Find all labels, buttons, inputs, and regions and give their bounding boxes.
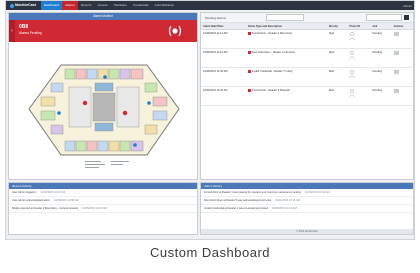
log-time: 10/26/2015 10:31 AM xyxy=(275,199,300,202)
list-item: User Admin logged in 10/26/2015 11:02 AM xyxy=(9,189,197,197)
list-item: Invalid Credential at Reader 1 was revie… xyxy=(201,205,413,213)
nav-tab-alarms[interactable]: Alarms xyxy=(62,1,78,10)
search-input[interactable] xyxy=(366,14,402,21)
nav-tab-administration[interactable]: Administration xyxy=(152,1,178,10)
log-text: Door Held Open at Reader 5 was acknowled… xyxy=(204,199,272,202)
log-text: User Admin logged in xyxy=(12,191,37,194)
cell-ack: Pending xyxy=(370,86,392,106)
log-time: 10/26/2015 11:02 AM xyxy=(40,191,66,194)
brand-name: MonitorCast xyxy=(15,3,36,8)
nav-tab-reports[interactable]: Reports xyxy=(78,1,95,10)
cell-photo xyxy=(347,29,371,49)
log-time: 10/26/2015 10:12 AM xyxy=(272,207,297,210)
alarm-description: Reader 2 Main Entry xyxy=(268,32,293,36)
nav-tab-dashboard[interactable]: Dashboard xyxy=(40,1,63,10)
table-row[interactable]: 10/26/2015 11:05 AM Forced Door - Reader… xyxy=(201,86,413,106)
alarm-flag-icon xyxy=(247,32,251,35)
search-icon[interactable] xyxy=(404,15,409,20)
list-item: Forced Door at Reader 3 was cleared by o… xyxy=(201,189,413,197)
alarm-monitor-panel: Alarm Monitor ‹ 0B8 Alarms Pending xyxy=(8,12,198,180)
log-text: Forced Door at Reader 3 was cleared by o… xyxy=(204,191,302,194)
person-icon xyxy=(349,51,356,59)
pending-alarms-panel: Pending Alarms Alarm Date/Time Alarm Typ… xyxy=(200,12,414,180)
nav-tab-access[interactable]: Access xyxy=(95,1,111,10)
log-text: Invalid Credential at Reader 1 was revie… xyxy=(204,207,269,210)
table-row[interactable]: 10/26/2015 11:14 AM Forced Door - Reader… xyxy=(201,29,413,49)
nav-tab-credentials[interactable]: Credentials xyxy=(130,1,152,10)
alarm-history-panel: Alarm History Forced Door at Reader 3 wa… xyxy=(200,182,414,235)
cell-datetime: 10/26/2015 11:12 AM xyxy=(201,48,246,68)
cell-type: Forced Door - Reader 9 Stairwell xyxy=(245,86,327,106)
alarm-flag-icon xyxy=(247,89,251,92)
list-item: Badge scanned at Reader 2 Main Entry - A… xyxy=(9,205,197,213)
floor-plan-map[interactable] xyxy=(15,47,191,175)
ack-button[interactable] xyxy=(393,51,399,55)
alarm-type: Door Held Open xyxy=(251,51,271,55)
cell-type: Forced Door - Reader 2 Main Entry xyxy=(245,29,327,49)
log-time: 10/26/2015 10:58 AM xyxy=(53,199,79,202)
brand-icon xyxy=(10,3,14,8)
alarm-type: Forced Door xyxy=(251,89,267,93)
table-row[interactable]: 10/26/2015 11:12 AM Door Held Open - Rea… xyxy=(201,48,413,68)
ack-button[interactable] xyxy=(393,32,399,36)
ack-button[interactable] xyxy=(393,70,399,74)
alarm-type: Forced Door xyxy=(251,32,267,36)
alarms-table: Alarm Date/Time Alarm Type and Descripti… xyxy=(201,23,413,106)
recent-activity-panel: Recent Activity User Admin logged in 10/2… xyxy=(8,182,198,235)
top-navigation: MonitorCast Dashboard Alarms Reports Acc… xyxy=(6,1,414,10)
alarm-description: Reader 9 Stairwell xyxy=(268,89,290,93)
alarm-code: 0B8 xyxy=(19,24,29,30)
person-icon xyxy=(349,89,356,97)
list-item: Door Held Open at Reader 5 was acknowled… xyxy=(201,197,413,205)
cell-priority: High xyxy=(326,29,348,49)
nav-tab-hardware[interactable]: Hardware xyxy=(111,1,130,10)
alarm-flag-icon xyxy=(247,70,251,73)
log-time: 10/26/2015 10:44 AM xyxy=(305,191,330,194)
cell-actions xyxy=(391,67,413,87)
cell-type: Invalid Credential - Reader 7 Lobby xyxy=(245,67,327,87)
cell-ack: Pending xyxy=(370,48,392,68)
alarm-type: Invalid Credential xyxy=(251,70,272,74)
cell-ack: Pending xyxy=(370,67,392,87)
cell-actions xyxy=(391,86,413,106)
alarm-banner[interactable]: ‹ 0B8 Alarms Pending xyxy=(9,20,197,42)
alarm-flag-icon xyxy=(247,51,251,54)
cell-priority: Med xyxy=(326,86,348,106)
cell-ack: Pending xyxy=(370,29,392,49)
log-time: 10/26/2015 10:51 AM xyxy=(82,207,107,210)
app-screenshot: MonitorCast Dashboard Alarms Reports Acc… xyxy=(5,0,415,240)
cell-datetime: 10/26/2015 11:05 AM xyxy=(201,86,246,106)
prev-arrow-icon[interactable]: ‹ xyxy=(9,20,15,42)
filter-select[interactable] xyxy=(266,14,305,21)
cell-datetime: 10/26/2015 11:09 AM xyxy=(201,67,246,87)
table-row[interactable]: 10/26/2015 11:09 AM Invalid Credential -… xyxy=(201,67,413,87)
log-text: User Admin acknowledged alarm xyxy=(12,199,50,202)
log-text: Badge scanned at Reader 2 Main Entry - A… xyxy=(12,207,79,210)
user-menu[interactable]: Admin xyxy=(403,4,412,8)
page-caption: Custom Dashboard xyxy=(150,245,270,260)
status-bar: © 2015 MonitorCast xyxy=(201,229,413,234)
ack-button[interactable] xyxy=(393,89,399,93)
alarm-siren-icon xyxy=(168,25,182,37)
cell-priority: High xyxy=(326,48,348,68)
cell-type: Door Held Open - Reader 4 Lab Entry xyxy=(245,48,327,68)
alarm-description: Reader 7 Lobby xyxy=(274,70,293,74)
alarm-status: Alarms Pending xyxy=(19,31,42,35)
list-item: User Admin acknowledged alarm 10/26/2015 … xyxy=(9,197,197,205)
cell-actions xyxy=(391,29,413,49)
cell-datetime: 10/26/2015 11:14 AM xyxy=(201,29,246,49)
cell-photo xyxy=(347,86,371,106)
panel-title: Pending Alarms xyxy=(205,15,227,20)
brand-logo[interactable]: MonitorCast xyxy=(10,3,36,8)
person-icon xyxy=(349,32,356,40)
alarm-description: Reader 4 Lab Entry xyxy=(272,51,296,55)
panel-header: Alarm Monitor xyxy=(9,13,197,20)
alarms-toolbar: Pending Alarms xyxy=(201,13,413,23)
person-icon xyxy=(349,70,356,78)
cell-priority: Med xyxy=(326,67,348,87)
cell-actions xyxy=(391,48,413,68)
cell-photo xyxy=(347,67,371,87)
cell-photo xyxy=(347,48,371,68)
